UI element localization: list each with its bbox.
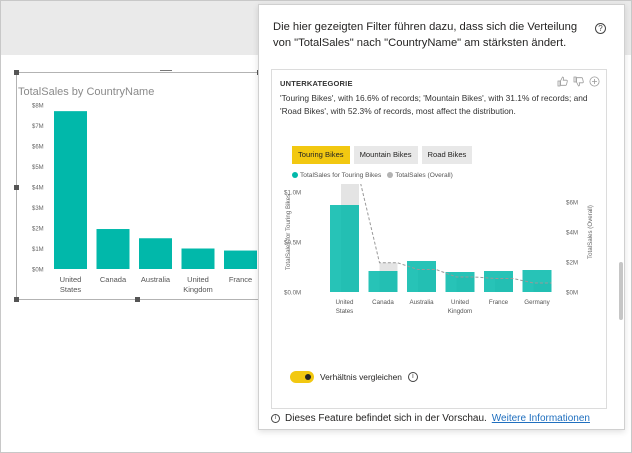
legend-dot xyxy=(387,172,394,179)
x-tick-label: States xyxy=(336,308,354,315)
thumbs-down-icon[interactable] xyxy=(573,76,584,87)
left-axis-title: TotalSales for Touring Bikes xyxy=(285,194,292,270)
legend-item-touring: TotalSales for Touring Bikes xyxy=(292,172,381,179)
learn-more-link[interactable]: Weitere Informationen xyxy=(492,413,590,424)
x-tick-label: France xyxy=(229,275,252,284)
x-tick-label: Australia xyxy=(409,299,434,306)
legend-label: TotalSales for Touring Bikes xyxy=(300,172,382,179)
y-tick-label: $7M xyxy=(32,124,44,130)
bar xyxy=(96,229,130,269)
left-y-tick: $0.0M xyxy=(284,290,301,297)
bar xyxy=(54,111,87,270)
legend-item-overall: TotalSales (Overall) xyxy=(387,172,453,179)
left-bar-chart: $0M$1M$2M$3M$4M$5M$6M$7M$8MUnitedStatesC… xyxy=(32,104,257,294)
touring-bar xyxy=(522,270,552,292)
touring-bar xyxy=(445,272,475,292)
resize-handle[interactable] xyxy=(14,70,19,75)
x-tick-label: Canada xyxy=(372,299,394,306)
chart-legend: TotalSales for Touring Bikes TotalSales … xyxy=(292,172,453,179)
x-tick-label: Australia xyxy=(141,275,171,284)
bar xyxy=(181,248,215,269)
preview-footer: i Dieses Feature befindet sich in der Vo… xyxy=(271,413,590,424)
bar xyxy=(139,238,172,269)
popup-headline: Die hier gezeigten Filter führen dazu, d… xyxy=(273,21,578,49)
x-tick-label: Kingdom xyxy=(448,308,472,315)
bar xyxy=(224,250,257,269)
legend-dot xyxy=(292,172,298,179)
y-tick-label: $8M xyxy=(32,104,44,110)
footer-text: Dieses Feature befindet sich in der Vors… xyxy=(285,413,487,424)
compare-ratio-row: Verhältnis vergleichen i xyxy=(290,371,418,383)
y-tick-label: $3M xyxy=(32,206,44,212)
insight-card: UNTERKATEGORIE 'Touring Bikes', with 16.… xyxy=(271,69,607,409)
compare-ratio-label: Verhältnis vergleichen xyxy=(320,372,402,382)
thumbs-up-icon[interactable] xyxy=(557,76,568,87)
y-tick-label: $4M xyxy=(32,186,44,192)
question-circle-icon[interactable]: ? xyxy=(595,23,606,34)
chip-touring-bikes[interactable]: Touring Bikes xyxy=(292,146,350,164)
y-tick-label: $1M xyxy=(32,247,44,253)
analysis-popup: Die hier gezeigten Filter führen dazu, d… xyxy=(258,4,625,430)
touring-bar xyxy=(484,271,513,292)
x-tick-label: Germany xyxy=(524,299,550,306)
right-y-tick: $2M xyxy=(566,260,578,267)
add-icon[interactable] xyxy=(589,76,600,87)
info-icon[interactable]: i xyxy=(407,372,418,382)
x-tick-label: Kingdom xyxy=(183,285,213,294)
x-tick-label: United xyxy=(187,275,209,284)
chip-road-bikes[interactable]: Road Bikes xyxy=(421,146,473,164)
comparison-chart: $0.0M$0.5M$1.0M$0M$2M$4M$6M$8MTotalSales… xyxy=(284,184,594,315)
overall-outline xyxy=(360,184,552,284)
category-chips: Touring Bikes Mountain Bikes Road Bikes xyxy=(292,146,473,164)
card-title: UNTERKATEGORIE xyxy=(280,79,353,88)
x-tick-label: United xyxy=(60,275,82,284)
chip-mountain-bikes[interactable]: Mountain Bikes xyxy=(353,146,418,164)
right-y-tick: $6M xyxy=(566,200,578,207)
compare-ratio-toggle[interactable] xyxy=(290,371,314,383)
x-tick-label: Canada xyxy=(100,275,127,284)
x-tick-label: United xyxy=(336,299,354,306)
right-y-tick: $4M xyxy=(566,230,578,237)
x-tick-label: France xyxy=(489,299,509,306)
y-tick-label: $2M xyxy=(32,227,44,233)
card-description: 'Touring Bikes', with 16.6% of records; … xyxy=(280,93,588,116)
visual-title: TotalSales by CountryName xyxy=(18,86,155,98)
touring-bar xyxy=(407,261,436,292)
y-tick-label: $0M xyxy=(32,268,44,274)
touring-bar xyxy=(330,205,359,292)
right-y-tick: $0M xyxy=(566,290,578,297)
touring-bar xyxy=(368,271,398,292)
toggle-knob xyxy=(305,374,311,380)
y-tick-label: $5M xyxy=(32,165,44,171)
y-tick-label: $6M xyxy=(32,145,44,151)
x-tick-label: States xyxy=(60,285,82,294)
right-axis-title: TotalSales (Overall) xyxy=(587,205,594,259)
card-actions xyxy=(557,76,600,87)
x-tick-label: United xyxy=(451,299,469,306)
legend-label: TotalSales (Overall) xyxy=(395,172,453,179)
info-icon: i xyxy=(271,414,280,423)
vertical-scrollbar[interactable] xyxy=(619,262,623,320)
